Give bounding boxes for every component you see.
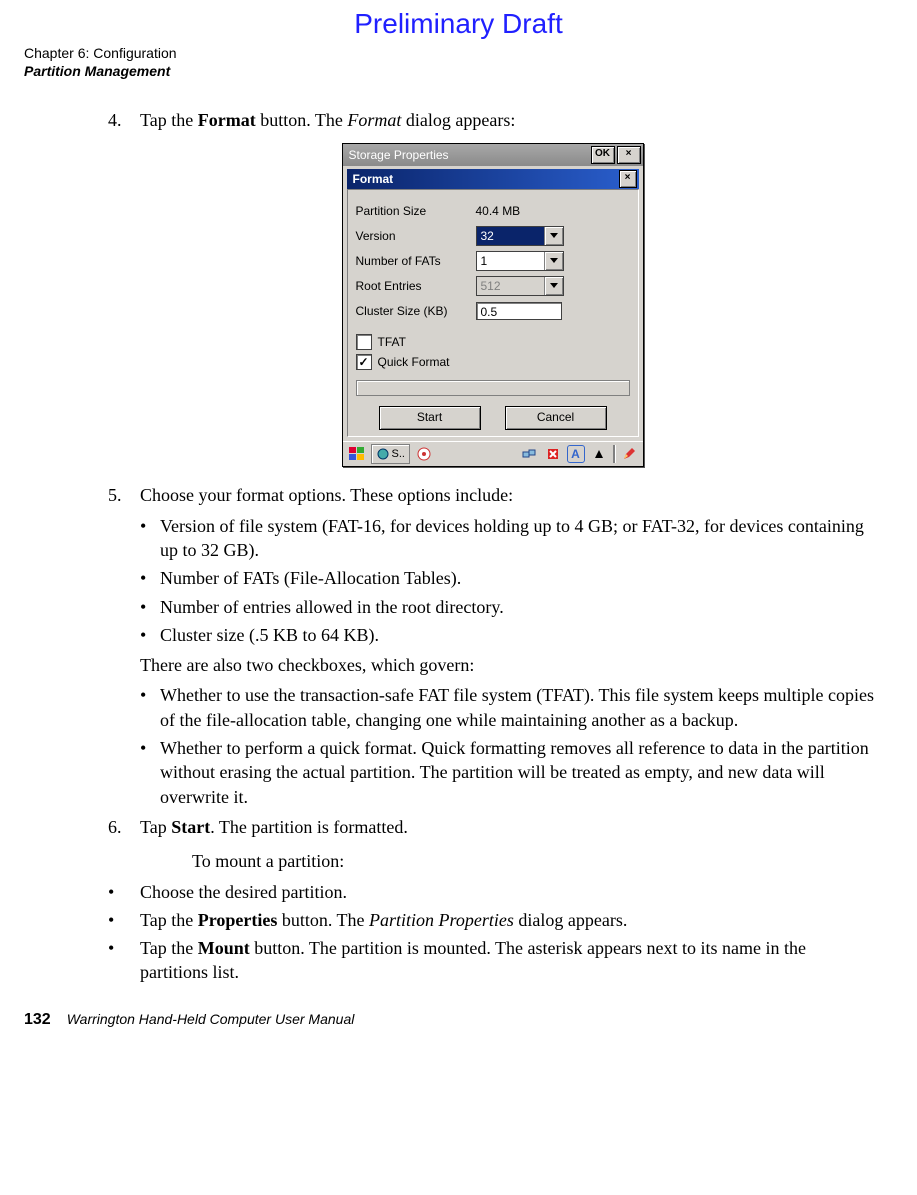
chevron-down-icon[interactable] (544, 252, 563, 270)
step-5-text: Choose your format options. These option… (140, 483, 513, 507)
label-cluster-size: Cluster Size (KB) (356, 303, 476, 319)
page-number: 132 (24, 1011, 51, 1029)
format-titlebar: Format × (347, 169, 639, 189)
num-fats-value: 1 (477, 252, 544, 270)
checkbox-box[interactable]: ✓ (356, 354, 372, 370)
format-panel: Partition Size 40.4 MB Version 32 Number (347, 189, 639, 437)
chapter-heading: Chapter 6: Configuration Partition Manag… (24, 44, 893, 80)
format-dialog-screenshot: Storage Properties OK × Format × Partiti… (108, 143, 877, 468)
root-entries-select: 512 (476, 276, 564, 296)
list-item: •Tap the Mount button. The partition is … (108, 936, 877, 985)
step-4: 4. Tap the Format button. The Format dia… (108, 108, 877, 132)
alert-icon[interactable] (543, 445, 563, 463)
pencil-icon[interactable] (619, 445, 639, 463)
mount-heading: To mount a partition: (108, 849, 877, 873)
checkbox-box[interactable] (356, 334, 372, 350)
step-5: 5. Choose your format options. These opt… (108, 483, 877, 507)
start-button[interactable]: Start (379, 406, 481, 430)
divider (613, 445, 615, 463)
close-icon[interactable]: × (617, 146, 641, 164)
tfat-label: TFAT (378, 334, 406, 350)
taskbar-tab[interactable]: S.. (371, 444, 410, 464)
chapter-line-1: Chapter 6: Configuration (24, 44, 893, 62)
ime-icon[interactable]: A (567, 445, 585, 463)
ok-button[interactable]: OK (591, 146, 615, 164)
step-6: 6. Tap Start. The partition is formatted… (108, 815, 877, 839)
watermark: Preliminary Draft (24, 8, 893, 40)
storage-properties-window: Storage Properties OK × Format × Partiti… (342, 143, 644, 467)
step-6-number: 6. (108, 815, 140, 839)
checkbox-note: There are also two checkboxes, which gov… (140, 653, 877, 677)
label-num-fats: Number of FATs (356, 253, 476, 269)
version-value: 32 (477, 227, 544, 245)
progress-bar (356, 380, 630, 396)
tray-icon[interactable] (414, 445, 434, 463)
cancel-button[interactable]: Cancel (505, 406, 607, 430)
quick-format-checkbox[interactable]: ✓ Quick Format (356, 354, 630, 370)
list-item: •Number of entries allowed in the root d… (140, 595, 877, 619)
quick-format-label: Quick Format (378, 354, 450, 370)
list-item: •Whether to use the transaction-safe FAT… (140, 683, 877, 732)
root-entries-value: 512 (477, 277, 544, 295)
list-item: •Tap the Properties button. The Partitio… (108, 908, 877, 932)
inner-title: Format (353, 171, 617, 187)
inner-close-icon[interactable]: × (619, 170, 637, 188)
tfat-checkbox[interactable]: TFAT (356, 334, 630, 350)
taskbar: S.. A (343, 441, 643, 466)
keyboard-up-icon[interactable] (589, 445, 609, 463)
label-partition-size: Partition Size (356, 203, 476, 219)
start-flag-icon[interactable] (347, 445, 367, 463)
page-footer: 132 Warrington Hand-Held Computer User M… (24, 1011, 893, 1029)
network-icon[interactable] (519, 445, 539, 463)
list-item: •Whether to perform a quick format. Quic… (140, 736, 877, 809)
label-version: Version (356, 228, 476, 244)
version-select[interactable]: 32 (476, 226, 564, 246)
label-root-entries: Root Entries (356, 278, 476, 294)
list-item: •Version of file system (FAT-16, for dev… (140, 514, 877, 563)
chevron-down-icon[interactable] (544, 227, 563, 245)
globe-icon (376, 448, 390, 460)
num-fats-select[interactable]: 1 (476, 251, 564, 271)
step-4-text: Tap the Format button. The Format dialog… (140, 108, 515, 132)
chevron-down-icon (544, 277, 563, 295)
list-item: •Cluster size (.5 KB to 64 KB). (140, 623, 877, 647)
list-item: •Number of FATs (File-Allocation Tables)… (140, 566, 877, 590)
chapter-line-2: Partition Management (24, 62, 893, 80)
list-item: •Choose the desired partition. (108, 880, 877, 904)
value-partition-size: 40.4 MB (476, 203, 521, 219)
outer-title: Storage Properties (349, 147, 589, 163)
step-4-number: 4. (108, 108, 140, 132)
cluster-size-input[interactable]: 0.5 (476, 302, 562, 320)
manual-title: Warrington Hand-Held Computer User Manua… (67, 1011, 355, 1027)
step-6-text: Tap Start. The partition is formatted. (140, 815, 408, 839)
step-5-number: 5. (108, 483, 140, 507)
outer-titlebar: Storage Properties OK × (343, 144, 643, 166)
